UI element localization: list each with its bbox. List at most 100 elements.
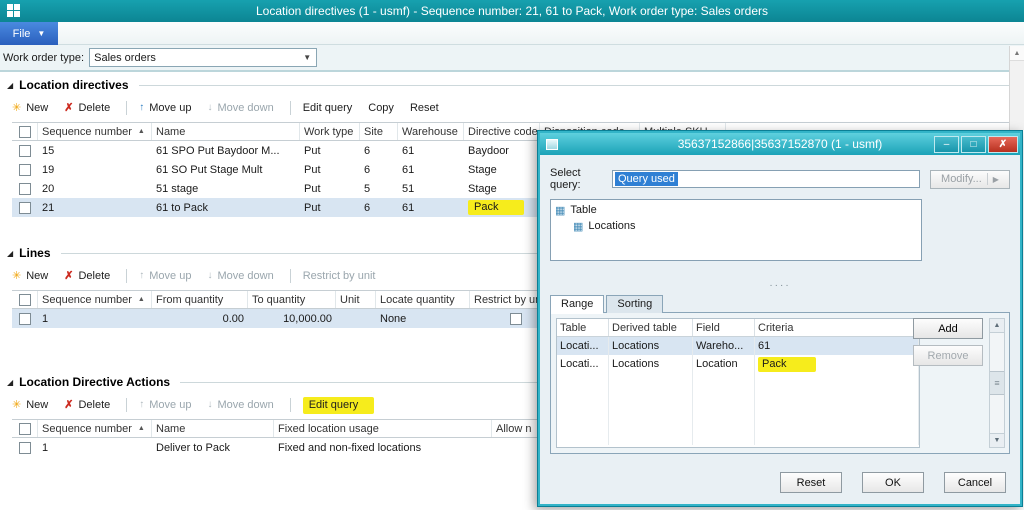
criteria-grid: Table Derived table Field Criteria Locat… bbox=[556, 318, 920, 448]
row-checkbox[interactable] bbox=[19, 312, 31, 325]
move-down-button[interactable]: ↓ Move down bbox=[207, 102, 273, 114]
edit-query-button[interactable]: Edit query bbox=[302, 396, 375, 414]
cell-name: 61 SO Put Stage Mult bbox=[156, 163, 263, 176]
cell-field: Location bbox=[693, 355, 755, 373]
empty-row bbox=[557, 409, 919, 427]
minimize-button[interactable]: – bbox=[934, 135, 959, 153]
arrow-down-icon: ↓ bbox=[207, 102, 213, 113]
delete-icon: ✗ bbox=[64, 398, 74, 411]
row-checkbox[interactable] bbox=[19, 163, 31, 176]
restrict-by-unit-checkbox[interactable] bbox=[510, 312, 522, 325]
move-up-button[interactable]: ↑ Move up bbox=[139, 102, 191, 114]
row-checkbox[interactable] bbox=[19, 144, 31, 157]
column-header-from-quantity[interactable]: From quantity bbox=[152, 291, 248, 308]
sort-asc-icon: ▲ bbox=[137, 296, 145, 303]
cell-site: 6 bbox=[364, 144, 371, 157]
collapse-icon: ◢ bbox=[7, 248, 14, 258]
cell-directive-code: Pack bbox=[464, 198, 540, 217]
cell-name: 61 SPO Put Baydoor M... bbox=[156, 144, 280, 157]
scroll-up-icon[interactable]: ▲ bbox=[990, 319, 1004, 333]
add-button[interactable]: Add bbox=[913, 318, 983, 339]
remove-button[interactable]: Remove bbox=[913, 345, 983, 366]
column-header-unit[interactable]: Unit bbox=[336, 291, 376, 308]
edit-query-button[interactable]: Edit query bbox=[303, 102, 353, 114]
scrollbar-thumb[interactable]: ≡ bbox=[990, 371, 1004, 395]
criteria-row[interactable]: Locati... Locations Location Pack bbox=[557, 355, 919, 373]
cell-warehouse: 61 bbox=[402, 201, 415, 214]
ok-button[interactable]: OK bbox=[862, 472, 924, 493]
close-button[interactable]: ✗ bbox=[988, 135, 1018, 153]
cell-name: 61 to Pack bbox=[156, 201, 208, 214]
cancel-button[interactable]: Cancel bbox=[944, 472, 1006, 493]
column-header-criteria[interactable]: Criteria bbox=[755, 319, 919, 336]
vertical-scrollbar[interactable]: ▲ ≡ ▼ bbox=[989, 318, 1005, 448]
new-button[interactable]: ✳ New bbox=[12, 102, 48, 114]
cell-table: Locati... bbox=[557, 337, 609, 355]
select-all-checkbox[interactable] bbox=[18, 125, 31, 138]
move-down-button[interactable]: ↓ Move down bbox=[207, 270, 273, 282]
column-header-directive-code[interactable]: Directive code bbox=[464, 123, 540, 140]
modify-button[interactable]: Modify... ▶ bbox=[930, 169, 1010, 189]
section-header-location-directives[interactable]: ◢ Location directives bbox=[0, 77, 1024, 93]
tab-range[interactable]: Range bbox=[550, 295, 605, 314]
move-up-button[interactable]: ↑ Move up bbox=[139, 270, 191, 282]
column-header-name[interactable]: Name bbox=[152, 123, 300, 140]
divider bbox=[986, 173, 988, 185]
vertical-scrollbar[interactable]: ▲ bbox=[1009, 46, 1024, 130]
column-header-derived-table[interactable]: Derived table bbox=[609, 319, 693, 336]
tree-node-locations[interactable]: ▦ Locations bbox=[573, 218, 917, 234]
column-header-sequence[interactable]: Sequence number ▲ bbox=[38, 123, 152, 140]
arrow-up-icon: ↑ bbox=[139, 270, 145, 281]
splitter-handle[interactable]: ···· bbox=[550, 281, 1010, 293]
select-all-checkbox[interactable] bbox=[18, 293, 31, 306]
work-order-type-select[interactable]: Sales orders ▼ bbox=[89, 48, 318, 67]
column-header-warehouse[interactable]: Warehouse bbox=[398, 123, 464, 140]
maximize-button[interactable]: □ bbox=[961, 135, 986, 153]
sort-asc-icon: ▲ bbox=[137, 425, 145, 432]
cell-directive-code: Stage bbox=[468, 163, 497, 176]
file-menu-button[interactable]: File ▼ bbox=[0, 22, 58, 45]
cell-warehouse: 61 bbox=[402, 163, 415, 176]
column-header-field[interactable]: Field bbox=[693, 319, 755, 336]
cell-directive-code: Stage bbox=[468, 182, 497, 195]
criteria-row-selected[interactable]: Locati... Locations Wareho... 61 bbox=[557, 337, 919, 355]
tree-node-table[interactable]: ▦ Table bbox=[555, 202, 917, 218]
row-checkbox[interactable] bbox=[19, 182, 31, 195]
move-down-button[interactable]: ↓ Move down bbox=[207, 399, 273, 411]
column-header-name[interactable]: Name bbox=[152, 420, 274, 437]
column-header-sequence[interactable]: Sequence number ▲ bbox=[38, 420, 152, 437]
cell-work-type: Put bbox=[304, 182, 321, 195]
column-header-locate-quantity[interactable]: Locate quantity bbox=[376, 291, 470, 308]
delete-button[interactable]: ✗ Delete bbox=[64, 399, 110, 411]
empty-row bbox=[557, 427, 919, 445]
reset-button[interactable]: Reset bbox=[410, 102, 439, 114]
delete-button[interactable]: ✗ Delete bbox=[64, 102, 110, 114]
delete-button[interactable]: ✗ Delete bbox=[64, 270, 110, 282]
cell-name: Deliver to Pack bbox=[156, 441, 230, 454]
column-header-site[interactable]: Site bbox=[360, 123, 398, 140]
row-checkbox[interactable] bbox=[19, 201, 31, 214]
select-all-checkbox[interactable] bbox=[18, 422, 31, 435]
work-order-type-label: Work order type: bbox=[3, 51, 85, 64]
scroll-down-icon[interactable]: ▼ bbox=[990, 433, 1004, 447]
cell-from-quantity: 0.00 bbox=[222, 312, 244, 325]
form-icon bbox=[546, 138, 558, 150]
scroll-up-icon[interactable]: ▲ bbox=[1010, 46, 1024, 61]
divider bbox=[289, 398, 291, 412]
restrict-by-unit-button[interactable]: Restrict by unit bbox=[303, 270, 376, 282]
move-up-button[interactable]: ↑ Move up bbox=[139, 399, 191, 411]
column-header-to-quantity[interactable]: To quantity bbox=[248, 291, 336, 308]
reset-button[interactable]: Reset bbox=[780, 472, 842, 493]
select-query-input[interactable]: Query used bbox=[612, 170, 920, 188]
copy-button[interactable]: Copy bbox=[368, 102, 394, 114]
select-query-label: Select query: bbox=[550, 167, 581, 191]
tab-sorting[interactable]: Sorting bbox=[606, 295, 664, 313]
cell-fixed-location-usage: Fixed and non-fixed locations bbox=[278, 441, 422, 454]
column-header-sequence[interactable]: Sequence number ▲ bbox=[38, 291, 152, 308]
new-button[interactable]: ✳ New bbox=[12, 270, 48, 282]
column-header-fixed-location-usage[interactable]: Fixed location usage bbox=[274, 420, 492, 437]
new-button[interactable]: ✳ New bbox=[12, 399, 48, 411]
row-checkbox[interactable] bbox=[19, 441, 31, 454]
column-header-table[interactable]: Table bbox=[557, 319, 609, 336]
column-header-work-type[interactable]: Work type bbox=[300, 123, 360, 140]
